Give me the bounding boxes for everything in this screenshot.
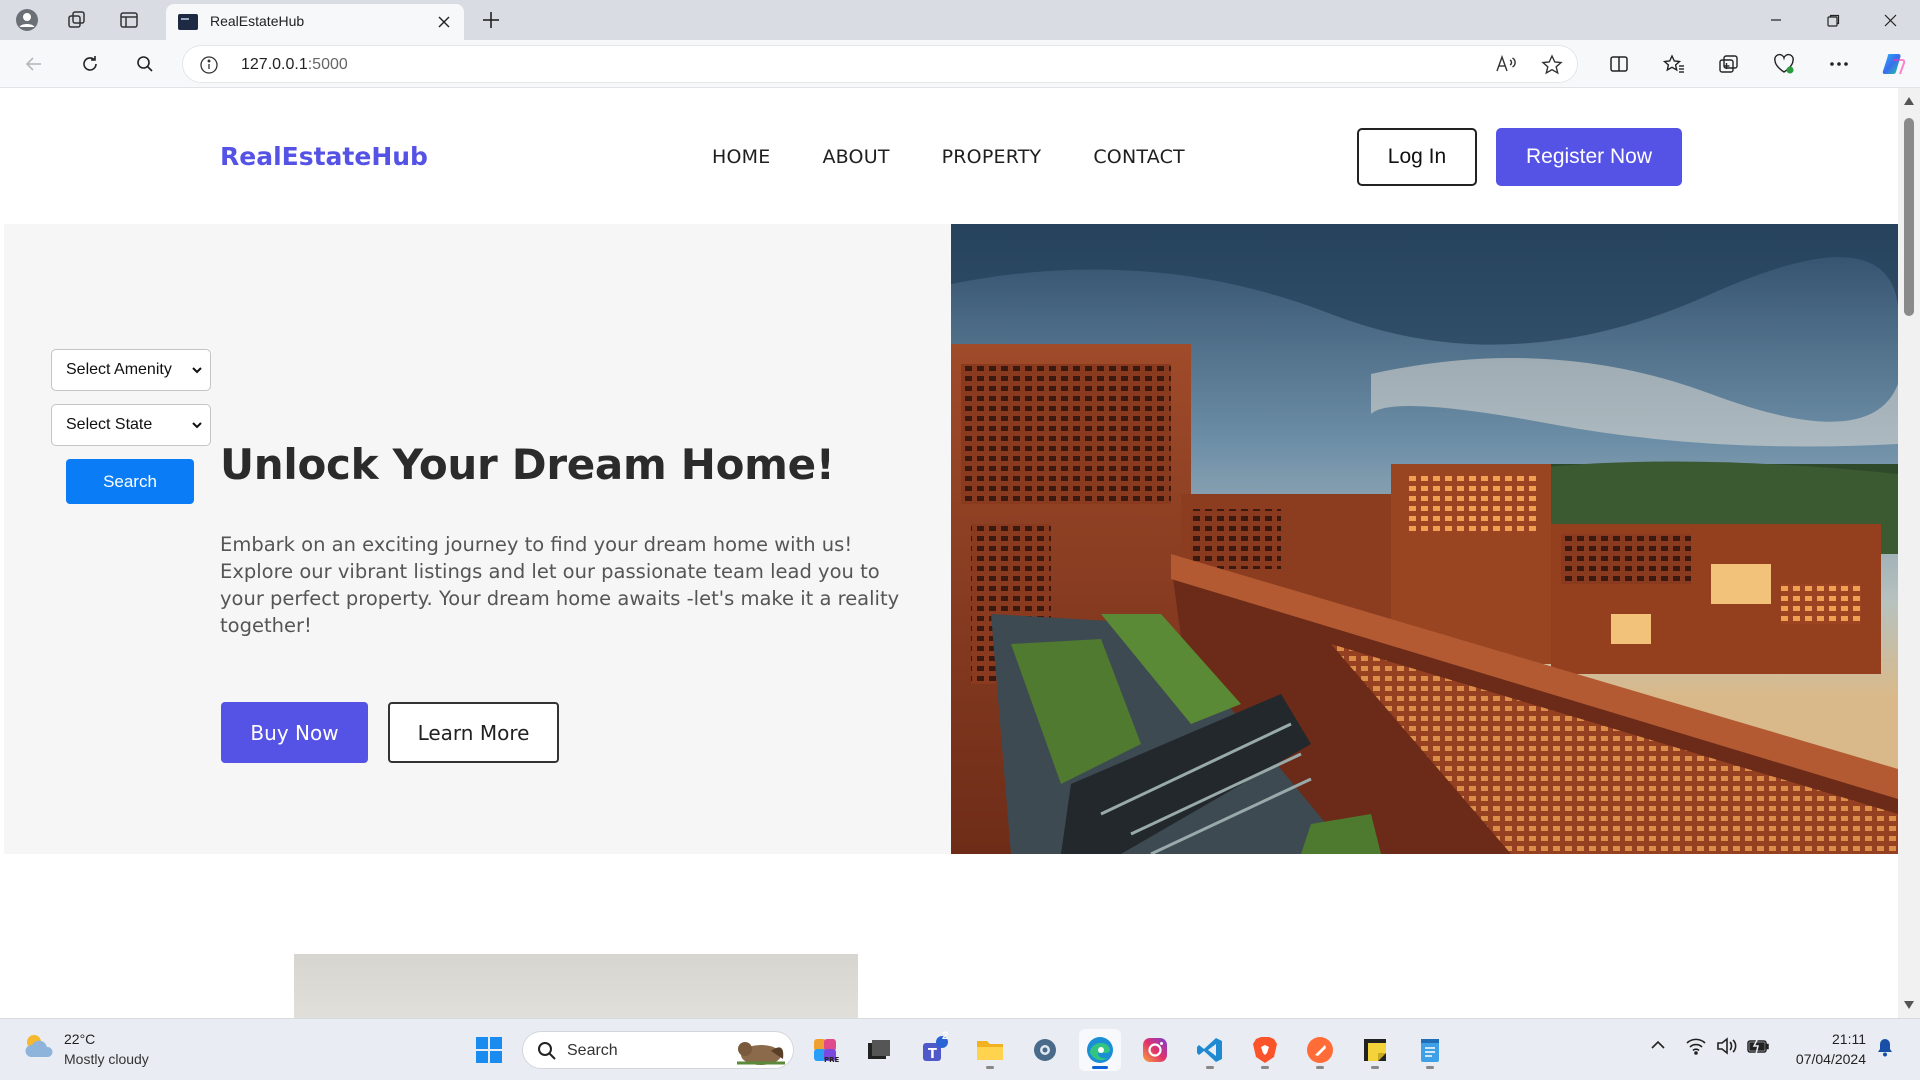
running-indicator <box>1426 1066 1434 1069</box>
hero-house-image <box>951 224 1898 854</box>
taskbar-search-box[interactable]: Search <box>522 1031 794 1069</box>
browser-tab-active[interactable]: RealEstateHub <box>166 4 464 40</box>
running-indicator <box>1371 1066 1379 1069</box>
hero-title: Unlock Your Dream Home! <box>220 440 835 489</box>
volume-icon[interactable] <box>1716 1037 1738 1055</box>
site-info-icon[interactable] <box>199 55 219 75</box>
nav-links: HOME ABOUT PROPERTY CONTACT <box>712 146 1185 168</box>
site-logo[interactable]: RealEstateHub <box>220 142 428 171</box>
favorites-icon[interactable] <box>1658 49 1690 79</box>
taskbar-search-placeholder: Search <box>567 1042 618 1059</box>
show-hidden-icons-chevron-up-icon[interactable] <box>1650 1039 1666 1051</box>
address-bar[interactable]: 127.0.0.1:5000 <box>182 45 1578 83</box>
search-tab-icon[interactable] <box>129 49 161 79</box>
register-button[interactable]: Register Now <box>1496 128 1682 186</box>
browser-essentials-icon[interactable] <box>1768 49 1800 79</box>
read-aloud-icon[interactable] <box>1495 54 1517 74</box>
property-card-image <box>294 954 858 1018</box>
weather-cloudy-icon[interactable] <box>22 1031 56 1061</box>
amenity-select[interactable]: Select Amenity <box>51 349 211 391</box>
back-icon[interactable] <box>18 49 50 79</box>
running-indicator <box>986 1066 994 1069</box>
minimize-window-icon[interactable] <box>1748 0 1804 40</box>
site-navbar: RealEstateHub HOME ABOUT PROPERTY CONTAC… <box>4 88 1898 224</box>
scrollbar-thumb[interactable] <box>1904 118 1914 316</box>
edge-browser-icon[interactable] <box>1079 1029 1121 1071</box>
login-button[interactable]: Log In <box>1357 128 1477 186</box>
url-host: 127.0.0.1 <box>241 56 308 73</box>
copilot-taskbar-icon[interactable]: PRE <box>804 1029 846 1071</box>
postman-icon[interactable] <box>1299 1029 1341 1071</box>
running-indicator <box>1316 1066 1324 1069</box>
browser-toolbar: 127.0.0.1:5000 <box>0 40 1920 88</box>
web-page: RealEstateHub HOME ABOUT PROPERTY CONTAC… <box>4 88 1898 1018</box>
vscode-icon[interactable] <box>1189 1029 1231 1071</box>
search-highlight-icon <box>737 1042 785 1065</box>
windows-taskbar: 22°C Mostly cloudy Search PRE T 2 21:11 … <box>0 1018 1920 1080</box>
site-favicon-icon <box>178 14 198 30</box>
svg-text:T: T <box>928 1047 937 1062</box>
weather-temperature: 22°C <box>64 1031 96 1047</box>
scroll-up-icon[interactable] <box>1904 97 1914 105</box>
browser-tab-strip: RealEstateHub <box>0 0 1920 40</box>
nav-link-about[interactable]: ABOUT <box>822 146 889 168</box>
nav-link-property[interactable]: PROPERTY <box>942 146 1042 168</box>
teams-badge: 2 <box>942 1030 949 1042</box>
start-button[interactable] <box>468 1029 510 1071</box>
settings-icon[interactable] <box>1024 1029 1066 1071</box>
close-tab-icon[interactable] <box>432 10 456 34</box>
nav-link-home[interactable]: HOME <box>712 146 770 168</box>
hero-description: Embark on an exciting journey to find yo… <box>220 533 900 637</box>
notification-bell-icon[interactable] <box>1876 1037 1894 1057</box>
amenity-select-value: Select Amenity <box>66 361 172 378</box>
running-indicator <box>1206 1066 1214 1069</box>
notepad-icon[interactable] <box>1409 1029 1451 1071</box>
sticky-notes-icon[interactable] <box>1354 1029 1396 1071</box>
favorite-star-icon[interactable] <box>1541 54 1563 76</box>
brave-browser-icon[interactable] <box>1244 1029 1286 1071</box>
new-tab-icon[interactable] <box>476 6 506 34</box>
tab-actions-icon[interactable] <box>114 6 144 34</box>
url-text: 127.0.0.1:5000 <box>241 56 348 74</box>
reload-icon[interactable] <box>74 49 106 79</box>
weather-description: Mostly cloudy <box>64 1051 149 1067</box>
profile-icon[interactable] <box>12 6 42 34</box>
clock-date[interactable]: 07/04/2024 <box>1776 1051 1866 1067</box>
clock-time[interactable]: 21:11 <box>1790 1031 1866 1047</box>
running-indicator <box>1261 1066 1269 1069</box>
workspaces-icon[interactable] <box>62 6 92 34</box>
instagram-icon[interactable] <box>1134 1029 1176 1071</box>
battery-charging-icon[interactable] <box>1746 1037 1770 1055</box>
copilot-icon[interactable] <box>1878 49 1910 79</box>
chevron-down-icon <box>192 367 202 374</box>
nav-link-contact[interactable]: CONTACT <box>1093 146 1185 168</box>
search-icon <box>538 1042 556 1060</box>
url-port: :5000 <box>307 56 348 73</box>
scroll-down-icon[interactable] <box>1904 1001 1914 1009</box>
collections-icon[interactable] <box>1713 49 1745 79</box>
hero-section: Select Amenity Select State Search Unloc… <box>4 224 951 854</box>
more-options-icon[interactable] <box>1823 49 1855 79</box>
teams-icon[interactable]: T 2 <box>914 1029 956 1071</box>
svg-text:PRE: PRE <box>824 1056 840 1064</box>
tab-title: RealEstateHub <box>210 13 305 29</box>
search-button[interactable]: Search <box>66 459 194 504</box>
state-select-value: Select State <box>66 416 153 433</box>
chevron-down-icon <box>192 422 202 429</box>
buy-now-button[interactable]: Buy Now <box>221 702 368 763</box>
state-select[interactable]: Select State <box>51 404 211 446</box>
wifi-icon[interactable] <box>1685 1037 1707 1055</box>
split-screen-icon[interactable] <box>1603 49 1635 79</box>
close-window-icon[interactable] <box>1862 0 1918 40</box>
learn-more-button[interactable]: Learn More <box>388 702 559 763</box>
page-scrollbar[interactable] <box>1898 88 1920 1018</box>
file-explorer-icon[interactable] <box>969 1029 1011 1071</box>
active-indicator <box>1092 1066 1108 1069</box>
restore-window-icon[interactable] <box>1805 0 1861 40</box>
task-view-icon[interactable] <box>858 1029 900 1071</box>
